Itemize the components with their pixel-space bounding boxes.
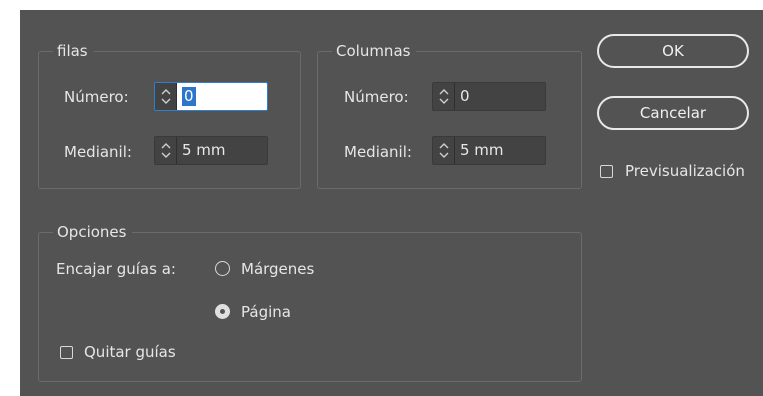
- rows-number-label: Número:: [64, 88, 129, 106]
- preview-checkbox[interactable]: [600, 165, 613, 178]
- columns-gutter-label: Medianil:: [344, 143, 412, 161]
- columns-gutter-value: 5 mm: [460, 141, 504, 159]
- up-down-arrows-icon[interactable]: [155, 83, 177, 110]
- radio-margins-label[interactable]: Márgenes: [241, 259, 314, 279]
- ok-button[interactable]: OK: [597, 34, 749, 68]
- cancel-button[interactable]: Cancelar: [597, 96, 749, 130]
- fit-guides-label: Encajar guías a:: [56, 260, 176, 278]
- columns-legend: Columnas: [332, 41, 417, 61]
- preview-label[interactable]: Previsualización: [625, 161, 745, 181]
- rows-gutter-value: 5 mm: [182, 141, 226, 159]
- radio-page-label[interactable]: Página: [241, 302, 291, 322]
- columns-group: Columnas: [317, 41, 582, 189]
- create-guides-dialog: filas Número: 0 Medianil: 5 mm Columnas …: [20, 10, 763, 396]
- rows-gutter-label: Medianil:: [64, 143, 132, 161]
- rows-group: filas: [38, 41, 301, 189]
- columns-number-label: Número:: [344, 88, 409, 106]
- rows-number-value: 0: [182, 87, 196, 106]
- rows-number-field[interactable]: 0: [154, 82, 268, 111]
- radio-margins[interactable]: [215, 261, 230, 276]
- rows-gutter-field[interactable]: 5 mm: [154, 136, 268, 165]
- up-down-arrows-icon[interactable]: [433, 137, 455, 164]
- options-legend: Opciones: [53, 222, 133, 242]
- up-down-arrows-icon[interactable]: [155, 137, 177, 164]
- columns-number-field[interactable]: 0: [432, 82, 546, 111]
- rows-legend: filas: [53, 41, 94, 61]
- up-down-arrows-icon[interactable]: [433, 83, 455, 110]
- columns-gutter-field[interactable]: 5 mm: [432, 136, 546, 165]
- radio-page[interactable]: [215, 304, 230, 319]
- remove-guides-checkbox[interactable]: [60, 346, 73, 359]
- columns-number-value: 0: [460, 87, 470, 105]
- remove-guides-label[interactable]: Quitar guías: [84, 342, 176, 362]
